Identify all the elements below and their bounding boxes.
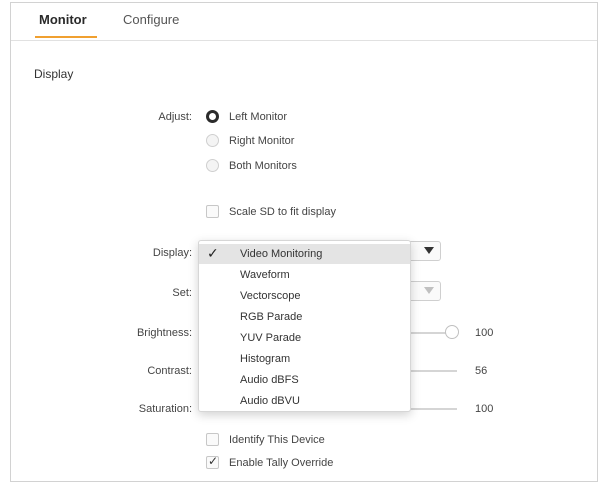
radio-both-monitors[interactable] [206, 159, 219, 172]
identify-device-checkbox[interactable] [206, 433, 219, 446]
identify-device-label: Identify This Device [229, 434, 325, 446]
dropdown-item-rgb-parade[interactable]: RGB Parade [199, 307, 410, 327]
dropdown-item-video-monitoring[interactable]: ✓ Video Monitoring [199, 244, 410, 264]
brightness-value: 100 [475, 327, 494, 339]
display-label: Display: [152, 247, 192, 259]
active-tab-indicator [35, 36, 97, 38]
dropdown-item-yuv-parade[interactable]: YUV Parade [199, 328, 410, 348]
saturation-label: Saturation: [138, 403, 192, 415]
chevron-down-icon [424, 287, 434, 294]
radio-both-monitors-label: Both Monitors [229, 160, 297, 172]
dropdown-item-audio-dbfs[interactable]: Audio dBFS [199, 370, 410, 390]
display-dropdown-menu: ✓ Video Monitoring Waveform Vectorscope … [198, 240, 411, 412]
scale-sd-label: Scale SD to fit display [229, 206, 336, 218]
chevron-down-icon [424, 247, 434, 254]
contrast-label: Contrast: [147, 365, 192, 377]
checkmark-icon: ✓ [207, 245, 219, 261]
scale-sd-checkbox[interactable] [206, 205, 219, 218]
contrast-value: 56 [475, 365, 488, 377]
tally-override-checkbox[interactable]: ✓ [206, 454, 219, 469]
checkmark-icon: ✓ [208, 454, 219, 468]
dropdown-item-waveform[interactable]: Waveform [199, 265, 410, 285]
tab-configure[interactable]: Configure [123, 12, 179, 27]
radio-right-monitor-label: Right Monitor [229, 135, 295, 147]
section-title: Display [34, 67, 74, 81]
dropdown-item-audio-dbvu[interactable]: Audio dBVU [199, 391, 410, 411]
dropdown-item-histogram[interactable]: Histogram [199, 349, 410, 369]
dropdown-item-vectorscope[interactable]: Vectorscope [199, 286, 410, 306]
radio-left-monitor[interactable] [206, 110, 219, 123]
brightness-slider-thumb[interactable] [445, 325, 459, 339]
adjust-label: Adjust: [158, 111, 192, 123]
tally-override-label: Enable Tally Override [229, 457, 334, 469]
radio-left-monitor-label: Left Monitor [229, 111, 288, 123]
tab-monitor[interactable]: Monitor [39, 12, 87, 27]
tab-bar: Monitor Configure [11, 3, 597, 41]
brightness-label: Brightness: [136, 327, 192, 339]
radio-right-monitor[interactable] [206, 134, 219, 147]
saturation-value: 100 [475, 403, 494, 415]
set-label: Set: [172, 287, 192, 299]
